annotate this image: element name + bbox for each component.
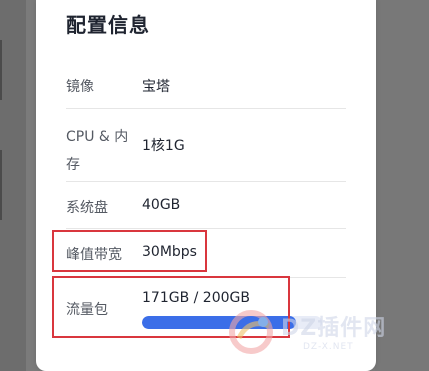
config-row-cpu: CPU & 内存 1核1G [66, 109, 346, 182]
config-value: 1核1G [142, 138, 185, 154]
config-label: 镜像 [66, 79, 94, 95]
watermark-logo-icon [229, 310, 273, 354]
panel-title: 配置信息 [66, 13, 150, 37]
config-value: 40GB [142, 197, 181, 213]
config-label: 系统盘 [66, 200, 108, 216]
left-edge-mark [0, 40, 2, 100]
config-row-disk: 系统盘 40GB [66, 182, 346, 229]
watermark-subtext: DZ-X.NET [303, 342, 354, 352]
config-row-image: 镜像 宝塔 [66, 64, 346, 109]
config-value: 宝塔 [142, 79, 170, 95]
left-edge-mark [0, 150, 2, 220]
left-edge-strip [0, 0, 26, 371]
highlight-box-bandwidth [52, 230, 207, 272]
watermark: DZ插件网 DZ-X.NET [229, 308, 419, 354]
config-label: CPU & 内存 [66, 129, 129, 173]
watermark-text: DZ插件网 [281, 316, 387, 341]
